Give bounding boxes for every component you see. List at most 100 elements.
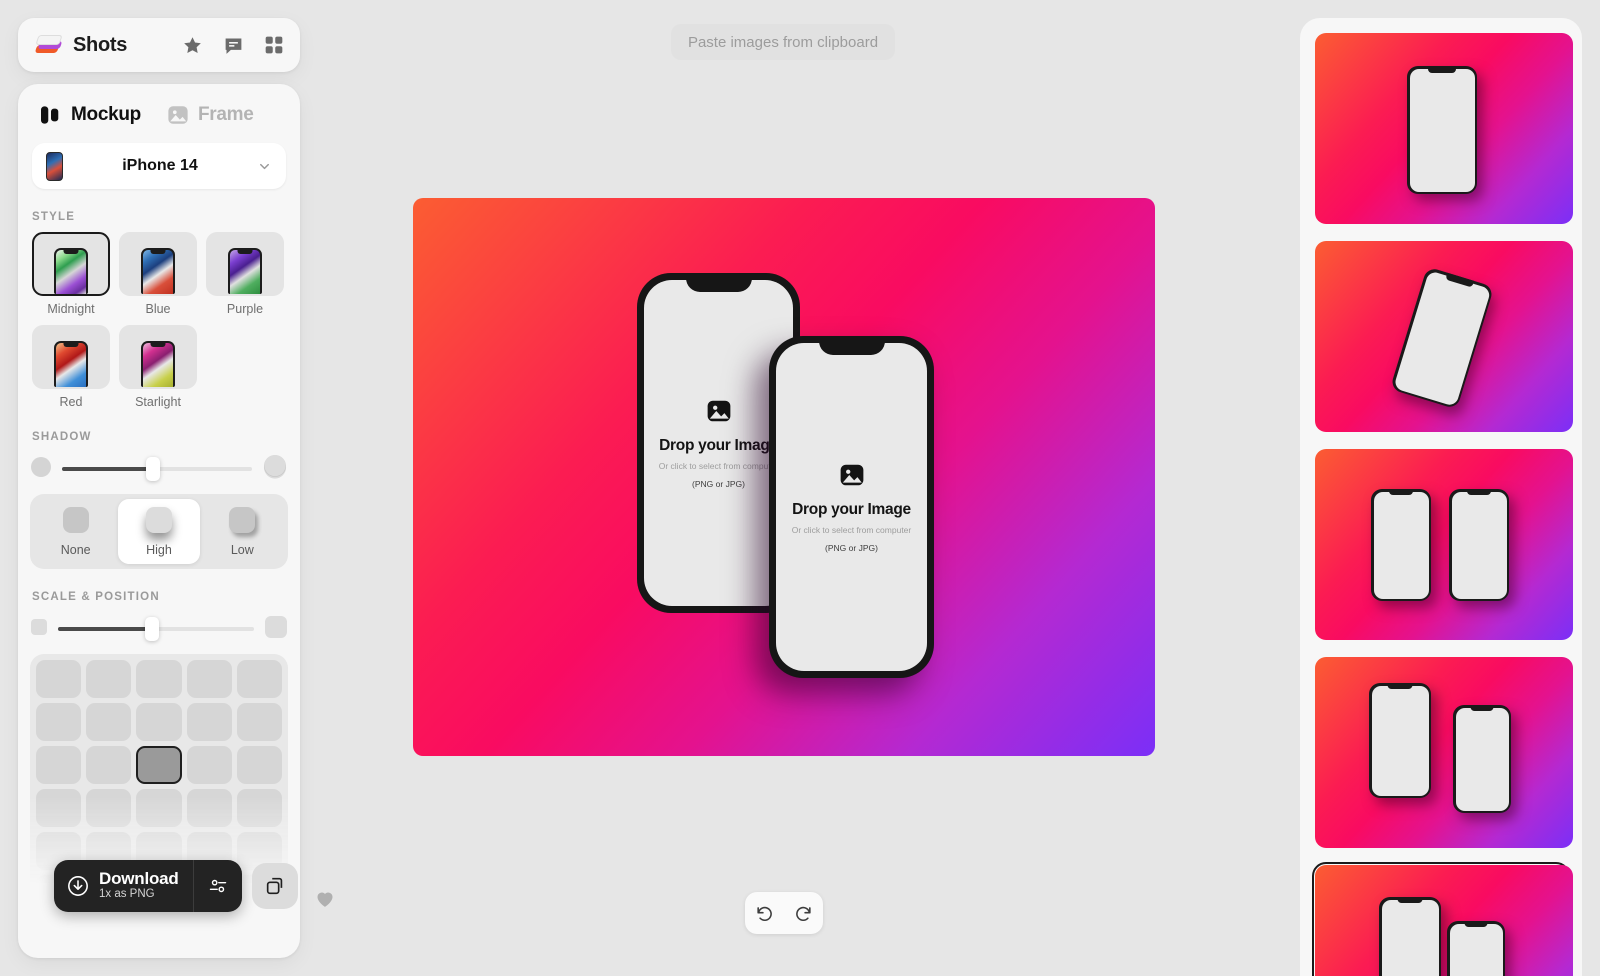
scale-position-section-label: SCALE & POSITION: [32, 591, 160, 603]
preset-item-two-phones-staggered[interactable]: [1312, 654, 1573, 862]
scale-slider-knob[interactable]: [145, 617, 160, 641]
shadow-option-label: None: [60, 543, 91, 557]
paste-hint[interactable]: Paste images from clipboard: [671, 24, 895, 60]
mini-phone-icon: [141, 341, 175, 387]
position-cell[interactable]: [136, 660, 182, 698]
download-main[interactable]: Download 1x as PNG: [54, 869, 193, 903]
grid-icon[interactable]: [264, 35, 284, 55]
copy-icon: [264, 875, 286, 897]
position-cell[interactable]: [86, 789, 132, 827]
image-placeholder-icon: [839, 462, 865, 493]
preset-thumbnail[interactable]: [1315, 657, 1573, 848]
scale-slider-row: [18, 612, 300, 646]
device-select[interactable]: iPhone 14: [32, 143, 286, 189]
position-cell[interactable]: [236, 703, 282, 741]
position-cell[interactable]: [36, 746, 82, 784]
feedback-icon[interactable]: [223, 35, 244, 56]
style-option-purple[interactable]: Purple: [206, 232, 284, 316]
preset-phone: [1407, 66, 1477, 194]
scale-slider-max-icon: [264, 615, 288, 644]
preset-item-single-phone-tilted[interactable]: [1312, 238, 1573, 446]
shadow-option-label: Low: [230, 543, 254, 557]
preset-thumbnail[interactable]: [1315, 241, 1573, 432]
preset-thumbnail[interactable]: [1315, 865, 1573, 976]
position-cell[interactable]: [186, 660, 232, 698]
preset-phone: [1389, 266, 1495, 410]
shadow-slider-max-icon: [262, 454, 288, 485]
style-option-midnight[interactable]: Midnight: [32, 232, 110, 316]
left-sidebar: Shots Mockup Frame iPhone 14 STYLE Midni…: [18, 18, 300, 958]
mockup-phone-front[interactable]: Drop your Image Or click to select from …: [769, 336, 934, 678]
tab-mockup[interactable]: Mockup: [40, 104, 141, 126]
position-cell[interactable]: [36, 789, 82, 827]
preset-item-two-phones-overlapping[interactable]: [1312, 862, 1573, 976]
position-cell[interactable]: [186, 789, 232, 827]
shadow-option-high[interactable]: High: [118, 499, 200, 564]
position-cell[interactable]: [86, 703, 132, 741]
redo-icon[interactable]: [794, 904, 813, 923]
shadow-option-none[interactable]: None: [35, 499, 116, 564]
style-option-starlight[interactable]: Starlight: [119, 325, 197, 409]
position-cell[interactable]: [136, 789, 182, 827]
image-placeholder-icon: [706, 398, 732, 429]
position-cell[interactable]: [236, 746, 282, 784]
position-grid-wrapper: [30, 654, 288, 884]
position-cell[interactable]: [186, 703, 232, 741]
download-button[interactable]: Download 1x as PNG: [54, 860, 242, 912]
position-cell[interactable]: [236, 789, 282, 827]
shadow-slider-min-icon: [30, 456, 52, 483]
preset-item-single-phone-portrait[interactable]: [1312, 30, 1573, 238]
phone-back-drop-fmt: (PNG or JPG): [692, 478, 745, 489]
heart-icon[interactable]: [315, 889, 335, 913]
position-cell[interactable]: [86, 660, 132, 698]
phone-back-drop-title: Drop your Image: [659, 436, 778, 454]
style-option-red[interactable]: Red: [32, 325, 110, 409]
preset-phone: [1379, 897, 1441, 976]
shadow-slider[interactable]: [62, 457, 252, 481]
position-cell[interactable]: [36, 660, 82, 698]
position-cell[interactable]: [236, 660, 282, 698]
style-swatch[interactable]: [206, 232, 284, 296]
preset-thumbnail[interactable]: [1315, 449, 1573, 640]
preset-thumbnail[interactable]: [1315, 33, 1573, 224]
chevron-down-icon: [257, 159, 272, 174]
style-section-label: STYLE: [32, 211, 76, 223]
position-cell[interactable]: [186, 746, 232, 784]
style-option-label: Red: [59, 395, 83, 409]
page-title: Shots: [73, 33, 128, 56]
mini-phone-icon: [54, 341, 88, 387]
style-swatch[interactable]: [32, 232, 110, 296]
shadow-option-low[interactable]: Low: [202, 499, 283, 564]
shadow-preview: [229, 507, 256, 533]
style-swatch[interactable]: [119, 325, 197, 389]
copy-button[interactable]: [251, 863, 298, 909]
phone-back-drop-sub: Or click to select from computer: [658, 460, 779, 471]
position-cell[interactable]: [136, 703, 182, 741]
app-header: Shots: [18, 18, 300, 72]
style-swatch[interactable]: [119, 232, 197, 296]
stacked-layers-icon: [34, 32, 64, 58]
app-root: Shots Mockup Frame iPhone 14 STYLE Midni…: [0, 0, 1600, 976]
style-option-label: Blue: [145, 302, 171, 316]
position-cell-selected[interactable]: [136, 746, 182, 784]
preset-item-two-phones-side-by-side[interactable]: [1312, 446, 1573, 654]
tab-frame[interactable]: Frame: [167, 104, 254, 126]
phone-front-screen[interactable]: Drop your Image Or click to select from …: [776, 343, 927, 671]
sliders-icon: [208, 876, 228, 896]
scale-slider-min-icon: [30, 618, 48, 641]
shadow-options: None High Low: [30, 494, 288, 569]
undo-icon[interactable]: [755, 904, 774, 923]
position-cell[interactable]: [86, 746, 132, 784]
canvas-stage[interactable]: Drop your Image Or click to select from …: [413, 198, 1155, 756]
position-cell[interactable]: [36, 703, 82, 741]
tab-frame-label: Frame: [197, 104, 254, 125]
style-swatch[interactable]: [32, 325, 110, 389]
preset-phone: [1453, 705, 1511, 813]
star-icon[interactable]: [182, 35, 203, 56]
scale-slider[interactable]: [58, 617, 254, 641]
download-settings-button[interactable]: [194, 876, 242, 896]
preset-phone: [1369, 683, 1431, 798]
style-option-blue[interactable]: Blue: [119, 232, 197, 316]
phone-front-drop-fmt: (PNG or JPG): [825, 542, 878, 553]
shadow-slider-knob[interactable]: [146, 457, 161, 481]
